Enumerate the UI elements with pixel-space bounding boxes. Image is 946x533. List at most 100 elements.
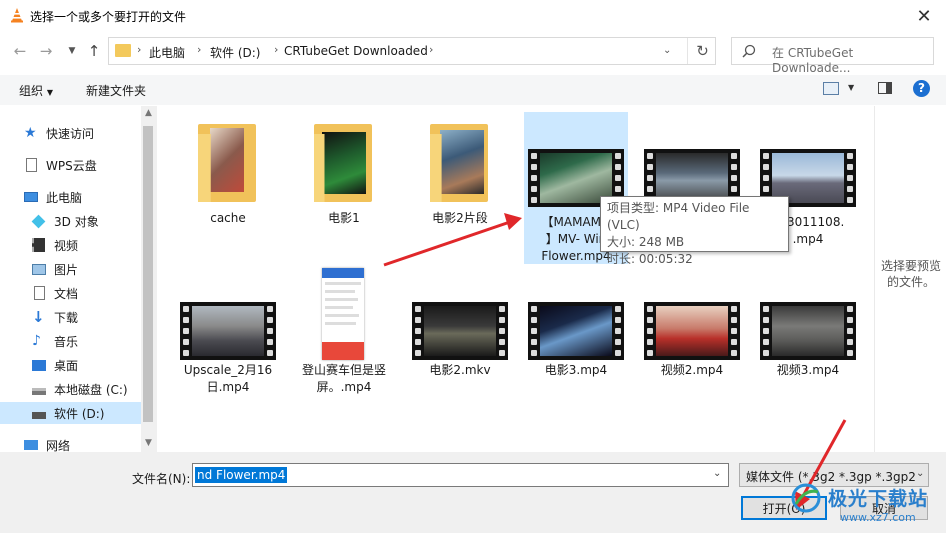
chevron-down-icon: ▼ — [68, 46, 76, 56]
desktop-icon — [32, 359, 46, 371]
file-item[interactable]: 电影2.mkv — [408, 266, 512, 396]
sidebar-item-pictures[interactable]: 图片 — [32, 258, 78, 280]
back-button[interactable]: ← — [10, 41, 30, 61]
film-hole — [731, 186, 737, 192]
video-thumbnail — [180, 302, 276, 360]
sidebar-item-music[interactable]: ♪ 音乐 — [32, 330, 78, 352]
file-item[interactable]: 登山赛车但是竖 屏。.mp4 — [292, 266, 396, 396]
file-name: Upscale_2月16 日.mp4 — [183, 363, 273, 394]
thumbnail-frame — [656, 306, 728, 356]
refresh-button[interactable]: ↻ — [687, 38, 717, 64]
video-thumbnail — [760, 302, 856, 360]
tooltip-size: 大小: 248 MB — [607, 235, 685, 249]
file-item[interactable]: Upscale_2月16 日.mp4 — [176, 266, 280, 396]
sidebar-item-videos[interactable]: 视频 — [32, 234, 78, 256]
breadcrumb-drive-d[interactable]: 软件 (D:) — [210, 44, 260, 61]
file-name: 登山赛车但是竖 屏。.mp4 — [301, 363, 386, 394]
search-input[interactable]: 在 CRTubeGet Downloade... — [731, 37, 934, 75]
sidebar-item-label: 下载 — [54, 310, 79, 325]
film-hole — [647, 328, 653, 334]
film-hole — [647, 350, 653, 356]
thumbnail-frame — [192, 306, 264, 356]
breadcrumb-this-pc[interactable]: 此电脑 — [149, 44, 185, 61]
film-hole — [267, 350, 273, 356]
title-bar: 选择一个或多个要打开的文件 ✕ — [0, 0, 946, 32]
film-hole — [183, 328, 189, 334]
sidebar-item-3d-objects[interactable]: 3D 对象 — [31, 210, 99, 232]
film-hole — [731, 317, 737, 323]
sidebar-item-label: 本地磁盘 (C:) — [54, 382, 128, 397]
sidebar-item-downloads[interactable]: ↓ 下载 — [32, 306, 78, 328]
film-hole — [763, 350, 769, 356]
address-dropdown-icon[interactable]: ⌄ — [663, 45, 671, 56]
film-hole — [415, 317, 421, 323]
vlc-cone-icon — [11, 8, 23, 23]
film-hole — [531, 306, 537, 312]
tooltip-type: 项目类型: MP4 Video File (VLC) — [607, 201, 750, 232]
view-options-icon[interactable] — [823, 82, 839, 95]
navigation-pane: ★ 快速访问 WPS云盘 此电脑 3D 对象 视频 图片 文档 ↓ 下载 ♪ 音乐 桌… — [0, 106, 157, 453]
film-hole — [731, 175, 737, 181]
cube-icon — [31, 214, 46, 228]
scroll-down-icon[interactable]: ▼ — [145, 438, 152, 448]
command-bar: 组织 ▼ 新建文件夹 ▼ ? — [0, 75, 946, 105]
film-hole — [267, 306, 273, 312]
search-placeholder: 在 CRTubeGet Downloade... — [772, 46, 854, 75]
breadcrumb-separator-icon: › — [429, 43, 434, 56]
film-hole — [415, 350, 421, 356]
film-hole — [615, 339, 621, 345]
watermark-text: 极光下载站 — [828, 488, 929, 510]
watermark-url: www.xz7.com — [840, 511, 916, 524]
chevron-down-icon[interactable]: ▼ — [848, 83, 854, 92]
film-hole — [847, 175, 853, 181]
sidebar-item-label: 此电脑 — [46, 190, 83, 205]
sidebar-item-drive-c[interactable]: 本地磁盘 (C:) — [32, 378, 128, 400]
breadcrumb-separator-icon: › — [197, 43, 202, 56]
image-thumbnail — [322, 268, 364, 360]
arrow-left-icon: ← — [13, 42, 27, 60]
file-name: 视频2.mp4 — [660, 363, 724, 377]
film-hole — [615, 350, 621, 356]
film-hole — [183, 317, 189, 323]
file-name: 电影3.mp4 — [544, 363, 608, 377]
sidebar-item-drive-d[interactable]: 软件 (D:) — [0, 402, 141, 424]
up-button[interactable]: ↑ — [84, 41, 104, 61]
address-bar[interactable]: › 此电脑 › 软件 (D:) › CRTubeGet Downloaded ›… — [108, 37, 716, 65]
film-hole — [615, 153, 621, 159]
scroll-up-icon[interactable]: ▲ — [145, 108, 152, 118]
organize-button[interactable]: 组织 ▼ — [19, 82, 53, 99]
file-item[interactable]: 电影3.mp4 — [524, 266, 628, 396]
video-thumbnail — [412, 302, 508, 360]
sidebar-item-wps-cloud[interactable]: WPS云盘 — [24, 154, 97, 176]
recent-locations-button[interactable]: ▼ — [62, 41, 82, 61]
film-hole — [531, 350, 537, 356]
film-hole — [615, 317, 621, 323]
breadcrumb-folder[interactable]: CRTubeGet Downloaded — [284, 44, 428, 58]
file-item[interactable]: 电影1 — [292, 106, 396, 236]
sidebar-item-label: 视频 — [54, 238, 79, 253]
film-hole — [847, 317, 853, 323]
watermark-logo-icon — [791, 483, 821, 513]
sidebar-scroll-thumb[interactable] — [143, 126, 153, 422]
file-item[interactable]: 视频2.mp4 — [640, 266, 744, 396]
file-name: 电影2片段 — [432, 211, 488, 225]
drive-icon — [32, 411, 46, 419]
preview-pane-icon[interactable] — [878, 82, 892, 94]
new-folder-button[interactable]: 新建文件夹 — [86, 82, 146, 99]
sidebar-item-desktop[interactable]: 桌面 — [32, 354, 78, 376]
forward-button[interactable]: → — [36, 41, 56, 61]
chevron-down-icon[interactable]: ⌄ — [713, 468, 721, 479]
file-item[interactable]: 视频3.mp4 — [756, 266, 860, 396]
close-button[interactable]: ✕ — [902, 0, 946, 32]
file-item[interactable]: 电影2片段 — [408, 106, 512, 236]
film-hole — [415, 328, 421, 334]
sidebar-item-this-pc[interactable]: 此电脑 — [24, 186, 82, 208]
filename-input[interactable]: nd Flower.mp4 ⌄ — [192, 463, 729, 487]
help-icon[interactable]: ? — [913, 80, 930, 97]
filename-label: 文件名(N): — [132, 472, 191, 486]
sidebar-item-documents[interactable]: 文档 — [32, 282, 78, 304]
thumbnail-frame — [772, 306, 844, 356]
organize-label: 组织 — [19, 84, 44, 98]
sidebar-item-quick-access[interactable]: ★ 快速访问 — [24, 122, 94, 144]
file-item[interactable]: cache — [176, 106, 280, 236]
